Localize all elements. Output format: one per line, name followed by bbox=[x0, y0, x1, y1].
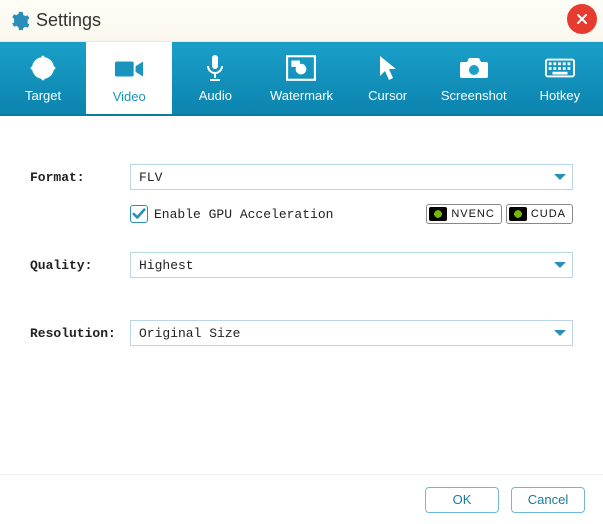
tab-label: Screenshot bbox=[441, 88, 507, 103]
cuda-badge: CUDA bbox=[506, 204, 573, 224]
window-title: Settings bbox=[36, 10, 101, 31]
quality-label: Quality: bbox=[30, 258, 130, 273]
microphone-icon bbox=[200, 54, 230, 82]
gpu-row: Enable GPU Acceleration NVENC CUDA bbox=[130, 204, 573, 224]
resolution-select[interactable]: Original Size bbox=[130, 320, 573, 346]
cancel-button[interactable]: Cancel bbox=[511, 487, 585, 513]
tab-label: Cursor bbox=[368, 88, 407, 103]
tab-target[interactable]: Target bbox=[0, 42, 86, 114]
tab-label: Watermark bbox=[270, 88, 333, 103]
tab-label: Hotkey bbox=[540, 88, 580, 103]
tab-hotkey[interactable]: Hotkey bbox=[517, 42, 603, 114]
format-row: Format: FLV bbox=[30, 164, 573, 190]
close-icon bbox=[574, 11, 590, 27]
tab-screenshot[interactable]: Screenshot bbox=[431, 42, 517, 114]
check-icon bbox=[132, 207, 146, 221]
nvidia-icon bbox=[429, 207, 447, 221]
tab-label: Target bbox=[25, 88, 61, 103]
video-icon bbox=[114, 55, 144, 83]
tab-cursor[interactable]: Cursor bbox=[345, 42, 431, 114]
format-label: Format: bbox=[30, 170, 130, 185]
chevron-down-icon bbox=[554, 262, 566, 268]
tab-label: Audio bbox=[199, 88, 232, 103]
watermark-icon bbox=[286, 54, 316, 82]
quality-value: Highest bbox=[139, 258, 194, 273]
tab-watermark[interactable]: Watermark bbox=[258, 42, 344, 114]
nvenc-badge: NVENC bbox=[426, 204, 502, 224]
tab-audio[interactable]: Audio bbox=[172, 42, 258, 114]
cuda-text: CUDA bbox=[531, 208, 566, 220]
nvenc-text: NVENC bbox=[451, 208, 495, 220]
format-value: FLV bbox=[139, 170, 162, 185]
tab-label: Video bbox=[113, 89, 146, 104]
quality-row: Quality: Highest bbox=[30, 252, 573, 278]
chevron-down-icon bbox=[554, 174, 566, 180]
resolution-row: Resolution: Original Size bbox=[30, 320, 573, 346]
close-button[interactable] bbox=[567, 4, 597, 34]
settings-form: Format: FLV Enable GPU Acceleration NVEN… bbox=[0, 116, 603, 474]
resolution-value: Original Size bbox=[139, 326, 240, 341]
footer: OK Cancel bbox=[0, 474, 603, 524]
camera-icon bbox=[459, 54, 489, 82]
cursor-icon bbox=[373, 54, 403, 82]
quality-select[interactable]: Highest bbox=[130, 252, 573, 278]
chevron-down-icon bbox=[554, 330, 566, 336]
resolution-label: Resolution: bbox=[30, 326, 130, 341]
gear-icon bbox=[8, 10, 30, 32]
gpu-checkbox[interactable] bbox=[130, 205, 148, 223]
ok-button[interactable]: OK bbox=[425, 487, 499, 513]
titlebar: Settings bbox=[0, 0, 603, 42]
tab-video[interactable]: Video bbox=[86, 40, 172, 114]
gpu-badges: NVENC CUDA bbox=[426, 204, 573, 224]
nvidia-icon bbox=[509, 207, 527, 221]
target-icon bbox=[28, 54, 58, 82]
keyboard-icon bbox=[545, 54, 575, 82]
format-select[interactable]: FLV bbox=[130, 164, 573, 190]
tabstrip: Target Video Audio Watermark Cursor Scre… bbox=[0, 42, 603, 116]
gpu-label: Enable GPU Acceleration bbox=[154, 207, 333, 222]
